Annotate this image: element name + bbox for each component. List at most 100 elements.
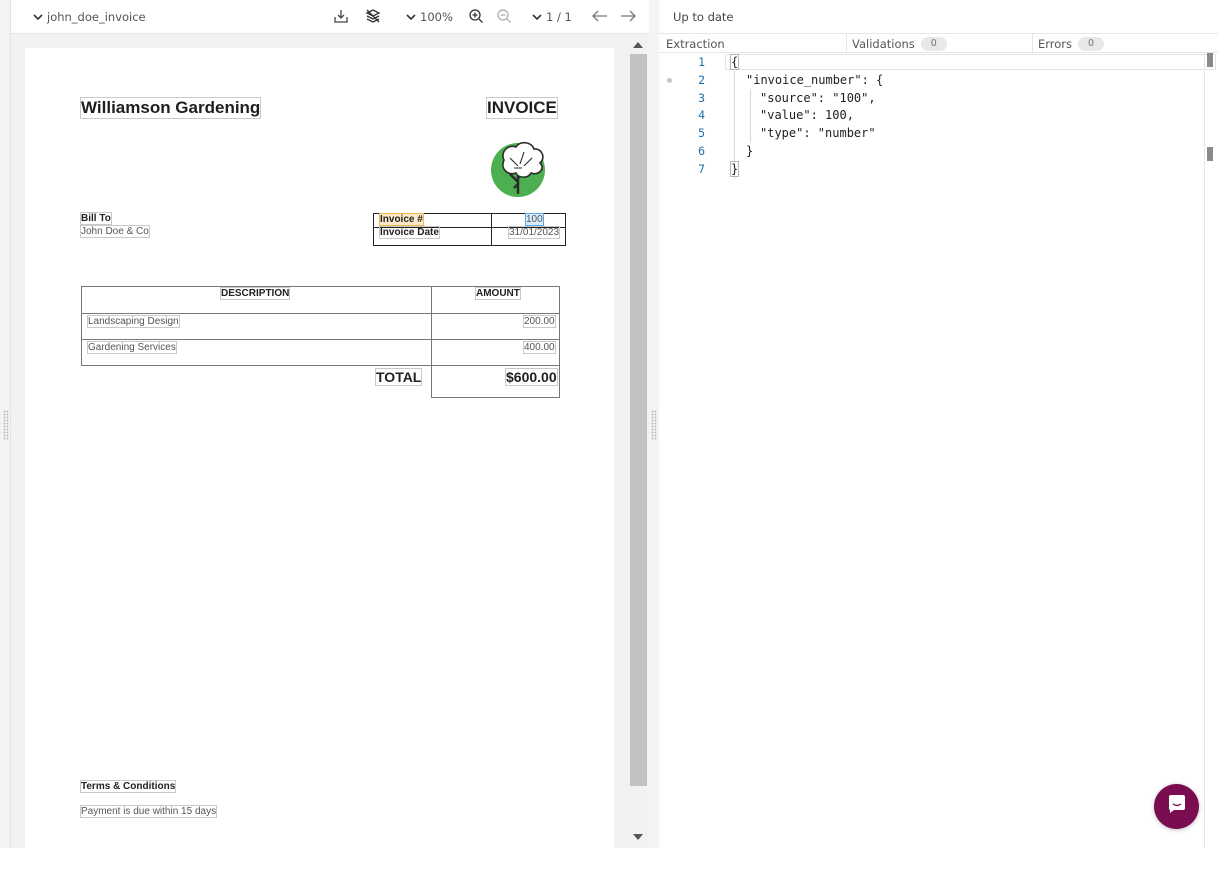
company-name[interactable]: Williamson Gardening bbox=[79, 97, 262, 119]
line-number: 7 bbox=[698, 162, 705, 176]
line-number: 1 bbox=[698, 55, 705, 69]
extraction-panel: Up to date Extraction Validations 0 Erro… bbox=[659, 0, 1228, 848]
total-value[interactable]: $600.00 bbox=[505, 368, 558, 386]
fold-marker-icon[interactable] bbox=[667, 78, 672, 83]
code-line: 1 { bbox=[659, 54, 1218, 73]
zoom-out-button[interactable] bbox=[494, 8, 514, 26]
count-badge: 0 bbox=[920, 36, 947, 51]
zoom-select[interactable]: 100% bbox=[406, 9, 453, 25]
code-text: } bbox=[746, 144, 754, 158]
table-border bbox=[81, 313, 560, 314]
code-text: } bbox=[729, 161, 740, 177]
tab-label: Validations bbox=[852, 36, 915, 51]
code-line: 3 "source": "100", bbox=[659, 91, 1218, 109]
tab-errors[interactable]: Errors 0 bbox=[1038, 36, 1105, 51]
resize-handle-left[interactable] bbox=[3, 410, 9, 440]
amount-header[interactable]: AMOUNT bbox=[475, 287, 521, 300]
item-description[interactable]: Landscaping Design bbox=[87, 315, 180, 328]
terms-label[interactable]: Terms & Conditions bbox=[79, 780, 177, 793]
code-line: 7 } bbox=[659, 161, 1218, 180]
code-line: 4 "value": 100, bbox=[659, 108, 1218, 126]
line-number: 2 bbox=[698, 73, 705, 87]
table-border bbox=[559, 286, 560, 398]
zoom-in-button[interactable] bbox=[466, 8, 486, 26]
scroll-up-icon[interactable] bbox=[633, 42, 643, 48]
item-description[interactable]: Gardening Services bbox=[87, 341, 177, 354]
scrollbar-thumb[interactable] bbox=[630, 54, 647, 786]
tree-logo-icon bbox=[490, 138, 554, 202]
code-text: "invoice_number": { bbox=[746, 73, 884, 87]
code-line: 5 "type": "number" bbox=[659, 126, 1218, 144]
chevron-down-icon bbox=[532, 9, 542, 25]
ruler-marker bbox=[1207, 147, 1213, 161]
code-line: 2 "invoice_number": { bbox=[659, 73, 1218, 91]
code-text: "type": "number" bbox=[760, 126, 876, 140]
code-text: "source": "100", bbox=[760, 91, 876, 105]
download-icon bbox=[333, 8, 349, 27]
invoice-date-value[interactable]: 31/01/2023 bbox=[507, 226, 561, 239]
bill-to-label[interactable]: Bill To bbox=[80, 212, 112, 225]
description-header[interactable]: DESCRIPTION bbox=[219, 287, 291, 300]
panel-splitter[interactable] bbox=[649, 0, 659, 848]
zoom-in-icon bbox=[468, 8, 484, 27]
bill-to-value[interactable]: John Doe & Co bbox=[80, 225, 150, 238]
layers-hidden-icon bbox=[365, 8, 381, 27]
tab-extraction[interactable]: Extraction bbox=[666, 36, 725, 51]
chevron-down-icon bbox=[406, 9, 416, 25]
download-button[interactable] bbox=[331, 8, 351, 26]
table-border bbox=[81, 286, 82, 366]
invoice-number-label[interactable]: Invoice # bbox=[379, 213, 424, 226]
chat-bubble-icon bbox=[1166, 793, 1188, 820]
line-number: 3 bbox=[698, 91, 705, 105]
resize-handle-icon[interactable] bbox=[651, 410, 657, 440]
result-tabs: Extraction Validations 0 Errors 0 bbox=[659, 33, 1218, 53]
tab-label: Errors bbox=[1038, 36, 1073, 51]
table-border bbox=[81, 365, 560, 366]
next-page-button[interactable] bbox=[618, 8, 638, 26]
table-border bbox=[81, 286, 560, 287]
app-root: john_doe_invoice 100% 1 / 1 Williamson G… bbox=[0, 0, 1228, 870]
table-divider bbox=[491, 214, 492, 245]
chat-support-button[interactable] bbox=[1154, 784, 1199, 829]
total-label[interactable]: TOTAL bbox=[374, 368, 423, 386]
editor-overview-ruler[interactable] bbox=[1204, 53, 1218, 848]
scroll-down-icon[interactable] bbox=[633, 834, 643, 840]
line-number: 6 bbox=[698, 144, 705, 158]
previous-page-button[interactable] bbox=[590, 8, 610, 26]
page-indicator: 1 / 1 bbox=[546, 10, 572, 24]
tab-divider bbox=[846, 34, 847, 53]
file-name: john_doe_invoice bbox=[47, 10, 146, 24]
zoom-level: 100% bbox=[420, 10, 453, 24]
arrow-left-icon bbox=[592, 10, 608, 25]
line-number: 4 bbox=[698, 108, 705, 122]
count-badge: 0 bbox=[1078, 36, 1105, 51]
json-editor[interactable]: 1 { 2 "invoice_number": { 3 "source": "1… bbox=[659, 53, 1218, 848]
file-selector[interactable]: john_doe_invoice bbox=[33, 9, 146, 25]
document-viewer: john_doe_invoice 100% 1 / 1 Williamson G… bbox=[11, 0, 649, 848]
item-amount[interactable]: 400.00 bbox=[523, 341, 556, 354]
item-amount[interactable]: 200.00 bbox=[523, 315, 556, 328]
code-line: 6 } bbox=[659, 144, 1218, 162]
viewer-scrollbar[interactable] bbox=[628, 34, 649, 848]
code-text: "value": 100, bbox=[760, 108, 854, 122]
invoice-number-value[interactable]: 100 bbox=[525, 213, 544, 226]
zoom-out-icon bbox=[496, 8, 512, 27]
table-border bbox=[431, 397, 560, 398]
tab-divider bbox=[1032, 34, 1033, 53]
arrow-right-icon bbox=[620, 10, 636, 25]
line-number: 5 bbox=[698, 126, 705, 140]
left-edge-strip bbox=[0, 0, 11, 848]
tab-label: Extraction bbox=[666, 36, 725, 51]
table-border bbox=[81, 339, 560, 340]
toggle-layers-button[interactable] bbox=[363, 8, 383, 26]
invoice-date-label[interactable]: Invoice Date bbox=[379, 226, 440, 239]
viewer-toolbar: john_doe_invoice 100% 1 / 1 bbox=[11, 0, 649, 34]
document-title[interactable]: INVOICE bbox=[486, 97, 558, 119]
document-page: Williamson Gardening INVOICE Bill To Joh… bbox=[25, 48, 614, 848]
sync-status: Up to date bbox=[673, 10, 734, 24]
page-select[interactable]: 1 / 1 bbox=[532, 9, 572, 25]
chevron-down-icon bbox=[33, 9, 43, 25]
table-border bbox=[431, 286, 432, 398]
tab-validations[interactable]: Validations 0 bbox=[852, 36, 947, 51]
terms-value[interactable]: Payment is due within 15 days bbox=[79, 805, 218, 818]
